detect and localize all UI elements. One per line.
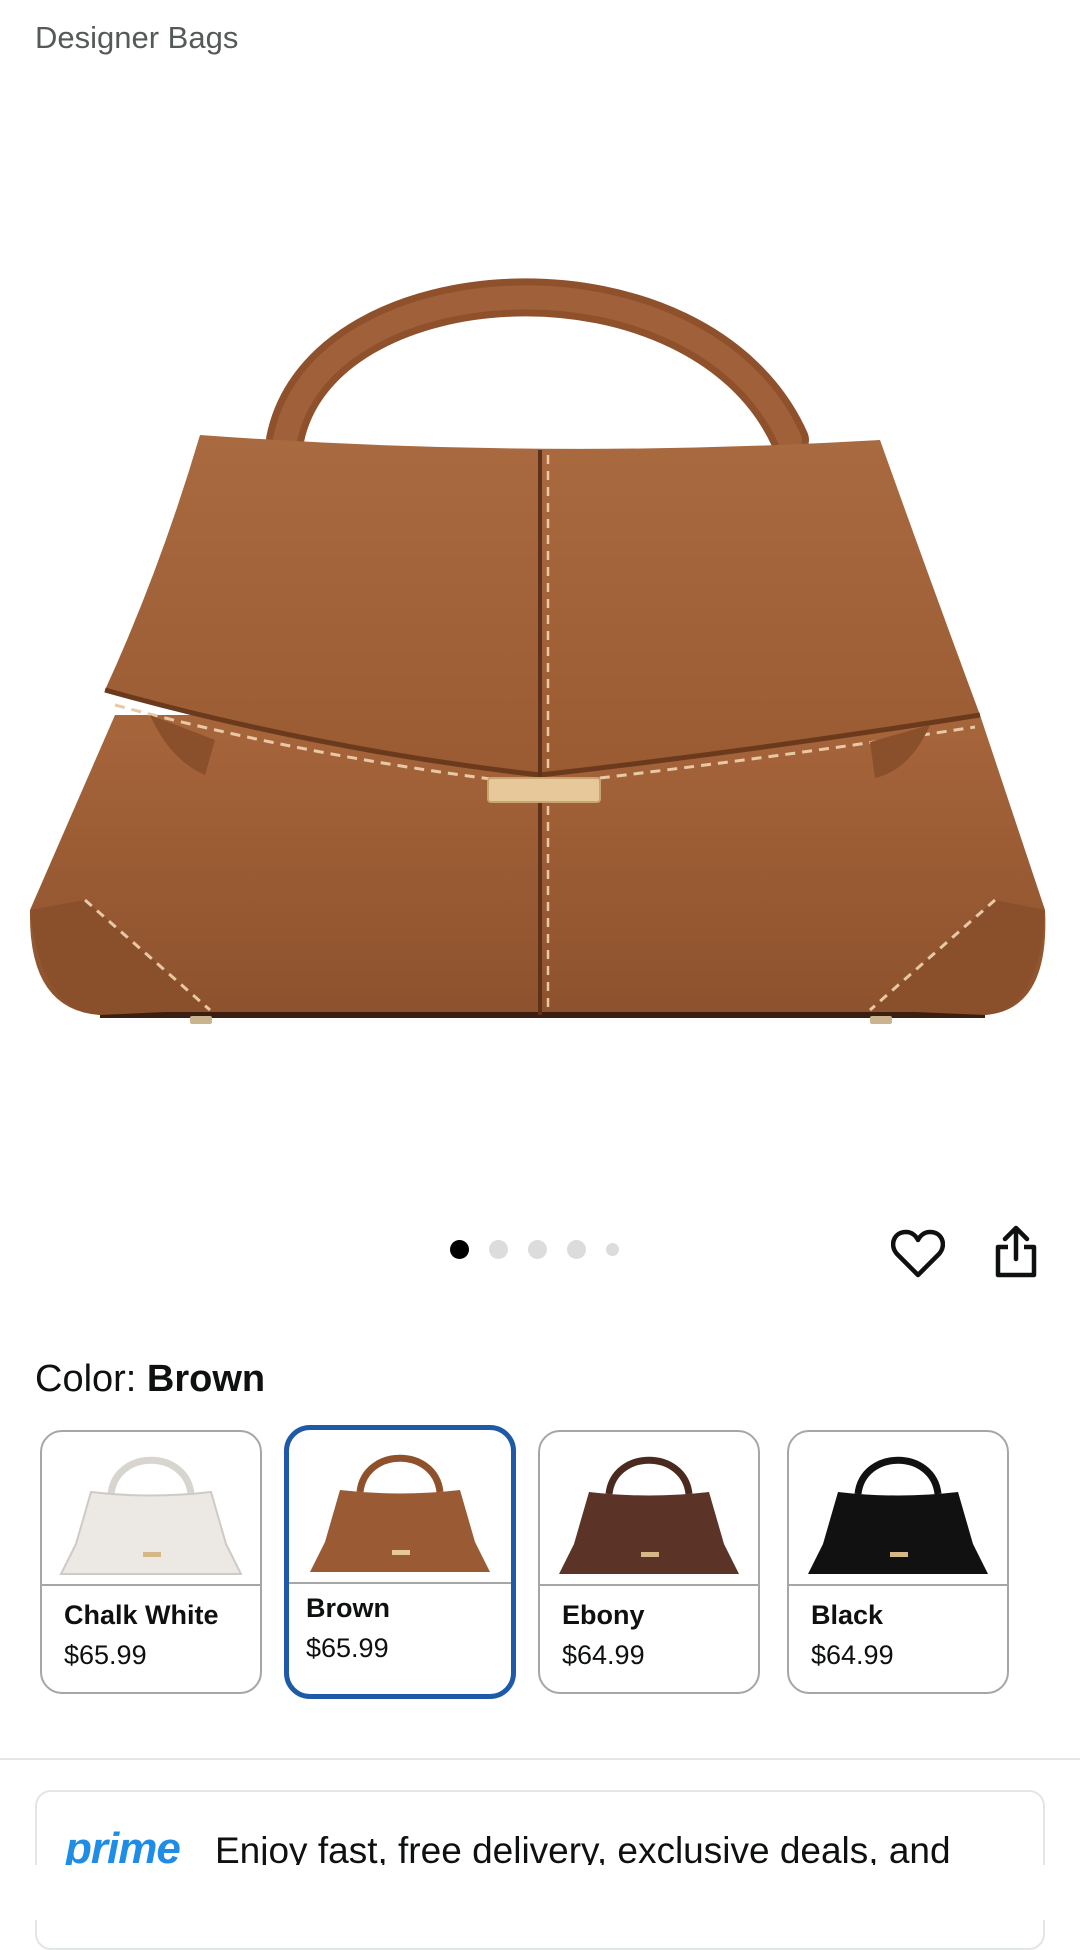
swatch-thumbnail xyxy=(540,1432,758,1586)
swatch-name: Brown xyxy=(306,1593,390,1623)
swatch-price: $64.99 xyxy=(811,1640,894,1670)
swatch-price: $64.99 xyxy=(562,1640,645,1670)
share-button[interactable] xyxy=(984,1220,1048,1284)
swatch-thumbnail xyxy=(789,1432,1007,1586)
viewport-bottom xyxy=(0,1865,1080,1920)
swatch-name: Chalk White xyxy=(64,1600,219,1630)
share-icon xyxy=(995,1225,1037,1278)
product-image[interactable] xyxy=(0,150,1080,1080)
color-label-text: Color: xyxy=(35,1358,147,1400)
swatch-name: Ebony xyxy=(562,1600,645,1630)
color-swatches: Chalk White $65.99 Brown $65.99 Ebony $6… xyxy=(40,1425,1009,1699)
heart-icon xyxy=(891,1229,945,1278)
swatch-price: $65.99 xyxy=(64,1640,147,1670)
pager-dot[interactable] xyxy=(528,1240,547,1259)
swatch-thumbnail xyxy=(42,1432,260,1586)
swatch-ebony[interactable]: Ebony $64.99 xyxy=(538,1430,760,1694)
swatch-black[interactable]: Black $64.99 xyxy=(787,1430,1009,1694)
swatch-chalk-white[interactable]: Chalk White $65.99 xyxy=(40,1430,262,1694)
pager-dot[interactable] xyxy=(606,1243,619,1256)
pager-dot-active[interactable] xyxy=(450,1240,469,1259)
color-label: Color: Brown xyxy=(35,1358,265,1401)
brand-line[interactable]: Designer Bags xyxy=(35,20,238,56)
swatch-price: $65.99 xyxy=(306,1633,389,1663)
swatch-brown[interactable]: Brown $65.99 xyxy=(284,1425,516,1699)
pager-dot[interactable] xyxy=(567,1240,586,1259)
favorite-button[interactable] xyxy=(886,1222,950,1286)
color-selected-value: Brown xyxy=(146,1358,266,1400)
gallery-pager[interactable] xyxy=(450,1240,619,1259)
section-divider xyxy=(0,1758,1080,1760)
swatch-thumbnail xyxy=(289,1430,511,1584)
pager-dot[interactable] xyxy=(489,1240,508,1259)
swatch-name: Black xyxy=(811,1600,884,1630)
